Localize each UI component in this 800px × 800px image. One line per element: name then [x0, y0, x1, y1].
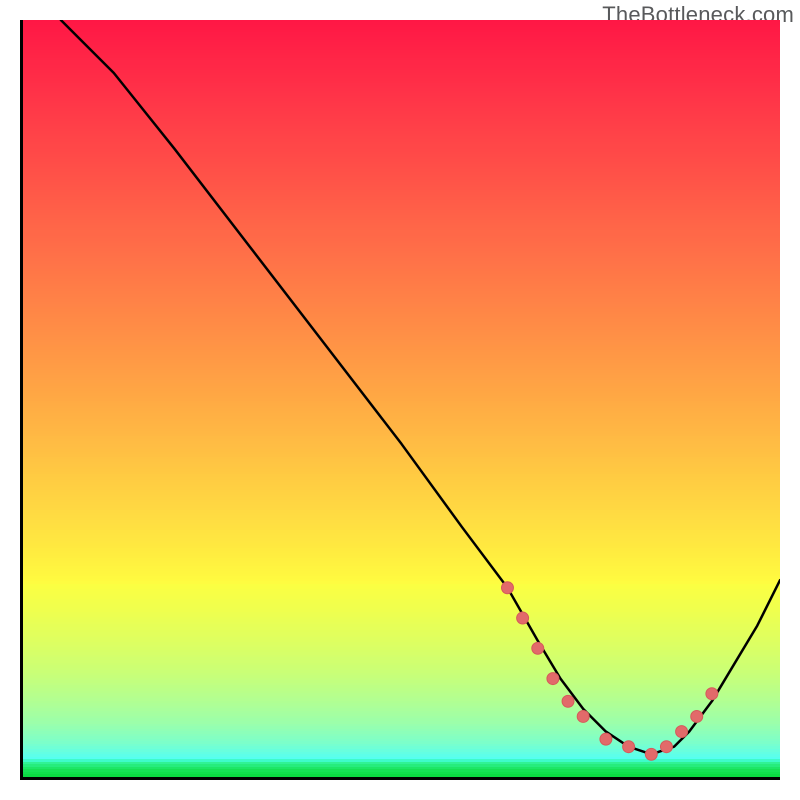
chart-stage: TheBottleneck.com [0, 0, 800, 800]
curve-marker-dot [562, 695, 574, 707]
curve-marker-dot [547, 673, 559, 685]
plot-area [20, 20, 780, 780]
curve-marker-dot [691, 710, 703, 722]
curve-marker-dot [706, 688, 718, 700]
curve-marker-dot [532, 642, 544, 654]
curve-marker-dot [517, 612, 529, 624]
curve-marker-dot [577, 710, 589, 722]
curve-marker-dot [600, 733, 612, 745]
curve-marker-dot [660, 741, 672, 753]
curve-marker-dot [623, 741, 635, 753]
curve-marker-dot [502, 582, 514, 594]
bottleneck-curve [61, 20, 780, 754]
curve-marker-dot [676, 726, 688, 738]
curve-marker-dot [645, 748, 657, 760]
curve-layer [23, 20, 780, 777]
